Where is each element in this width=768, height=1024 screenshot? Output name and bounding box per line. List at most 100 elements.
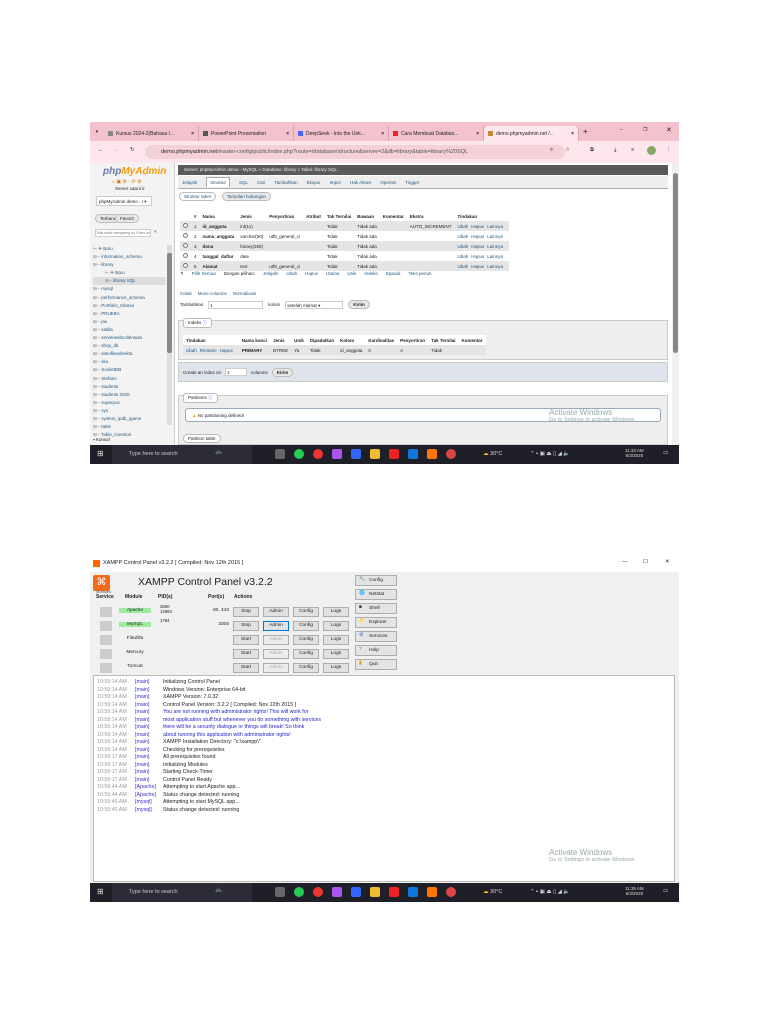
tab-sql[interactable]: SQL [239, 180, 248, 185]
browser-tab[interactable]: demo.phpmyadmin.net /... × [484, 126, 579, 141]
db-tree-item[interactable]: ⊢ ✚ Baru [93, 269, 165, 277]
apache-config-button[interactable]: Config [293, 607, 319, 617]
explorer-button[interactable]: 📁 Explorer [355, 617, 397, 628]
row-action-ubah[interactable]: Ubah [457, 254, 468, 259]
expand-icon[interactable]: ⊞─ [93, 303, 101, 308]
whatsapp-icon[interactable] [294, 887, 304, 897]
db-tree-item[interactable]: ⊞─ sku [93, 358, 165, 366]
db-tree-item[interactable]: ⊞─ superpos [93, 399, 165, 407]
db-tree-item[interactable]: ⊞─ mysql [93, 285, 165, 293]
mercury-start-stop-button[interactable]: Start [233, 649, 259, 659]
db-tree-item[interactable]: ⊞─ SocketDB [93, 366, 165, 374]
expand-icon[interactable]: ⊞─ [93, 416, 101, 421]
page-scrollbar[interactable] [672, 163, 679, 445]
bulk-action[interactable]: Pilih Semua [192, 271, 216, 277]
shell-button[interactable]: ■ Shell [355, 603, 397, 614]
bulk-action[interactable]: Teks penuh [408, 271, 431, 277]
whatsapp-icon[interactable] [294, 449, 304, 459]
media-icon[interactable]: ≡ [631, 147, 634, 153]
tomcat-logs-button[interactable]: Logs [323, 663, 349, 673]
mysql-start-stop-button[interactable]: Stop [233, 621, 259, 631]
app-icon[interactable] [351, 887, 361, 897]
apache-logs-button[interactable]: Logs [323, 607, 349, 617]
subtab-1[interactable]: Tampilan hubungan [221, 192, 272, 201]
reload-icon[interactable]: ↻ [130, 147, 135, 153]
bulk-action[interactable]: Unik [347, 271, 356, 277]
minimize-icon[interactable]: — [622, 559, 628, 565]
maximize-icon[interactable]: ☐ [643, 559, 648, 565]
expand-icon[interactable]: ⊞─ [93, 295, 101, 300]
close-icon[interactable]: ✕ [665, 559, 670, 565]
filezilla-config-button[interactable]: Config [293, 635, 319, 645]
db-tree-item[interactable]: ⊞─ shop_db [93, 342, 165, 350]
service-checkbox[interactable] [100, 621, 112, 631]
row-action-hapus[interactable]: Hapus [471, 244, 484, 249]
youtube-icon[interactable] [389, 887, 399, 897]
expand-icon[interactable]: ⊞─ [93, 286, 101, 291]
task-view-icon[interactable] [275, 449, 285, 459]
expand-icon[interactable]: ⊞─ [93, 254, 101, 259]
db-tree-item[interactable]: ⊞─ siteoflinedirekta [93, 350, 165, 358]
db-tree-item[interactable]: ⊢ ✚ Baru [93, 245, 165, 253]
chrome-profile-icon[interactable] [446, 449, 456, 459]
new-icon[interactable]: ⊢ ✚ [93, 246, 103, 251]
db-tree-item[interactable]: ⊞─ students 2020 [93, 391, 165, 399]
server-select[interactable]: phpMyAdmin demo - I ▾ [96, 196, 152, 206]
chrome-profile-icon[interactable] [446, 887, 456, 897]
xampp-icon[interactable] [427, 449, 437, 459]
filezilla-admin-button[interactable]: Admin [263, 635, 289, 645]
quit-button[interactable]: ▮ Quit [355, 659, 397, 670]
windows-start-icon[interactable]: ⊞ [97, 449, 104, 458]
youtube-icon[interactable] [389, 449, 399, 459]
expand-icon[interactable]: ⊞─ [93, 424, 101, 429]
tomcat-start-stop-button[interactable]: Start [233, 663, 259, 673]
expand-icon[interactable]: ⊞─ [93, 400, 101, 405]
row-action-lainnya[interactable]: Lainnya [487, 254, 503, 259]
minimize-icon[interactable]: – [620, 127, 623, 133]
new-icon[interactable]: ⊢ ✚ [105, 270, 115, 275]
file-explorer-icon[interactable] [370, 887, 380, 897]
service-checkbox[interactable] [100, 663, 112, 673]
config-button[interactable]: 🔧 Config [355, 575, 397, 586]
word-icon[interactable] [408, 449, 418, 459]
tab-list-icon[interactable]: ▾ [90, 129, 104, 135]
taskbar-search[interactable]: Type here to search [112, 883, 252, 902]
file-explorer-icon[interactable] [370, 449, 380, 459]
db-tree-item[interactable]: ⊞─ table [93, 423, 165, 431]
create-index-submit-button[interactable]: Kirim [271, 367, 294, 377]
add-columns-count-input[interactable]: 1 [208, 300, 264, 309]
row-action-ubah[interactable]: Ubah [457, 244, 468, 249]
bulk-action[interactable]: Spasial [386, 271, 401, 277]
tool-link[interactable]: Move columns [198, 291, 227, 296]
expand-icon[interactable]: ⊞─ [93, 327, 101, 332]
tomcat-config-button[interactable]: Config [293, 663, 319, 673]
browser-tab[interactable]: PowerPoint Presentation × [199, 126, 294, 141]
db-tree-item[interactable]: ⊞─ library SQL [93, 277, 165, 286]
mysql-logs-button[interactable]: Logs [323, 621, 349, 631]
service-checkbox[interactable] [100, 649, 112, 659]
bulk-action[interactable]: Indeks [364, 271, 377, 277]
tomcat-admin-button[interactable]: Admin [263, 663, 289, 673]
expand-icon[interactable]: ⊞─ [105, 278, 113, 283]
tab-close-icon[interactable]: × [476, 131, 479, 137]
sidebar-quick-icons[interactable]: ⌂ ▣ ⚙ · ⟳ ⚙ [112, 179, 142, 185]
tab-close-icon[interactable]: × [286, 131, 289, 137]
tray-icons[interactable]: ⌃ ▪ ▣ ⏏ ▯ ◢ 🔈 [530, 451, 570, 457]
mercury-admin-button[interactable]: Admin [263, 649, 289, 659]
chrome-icon[interactable] [313, 449, 323, 459]
services-button[interactable]: ⚙ Services [355, 631, 397, 642]
expand-icon[interactable]: ⊞─ [93, 351, 101, 356]
row-action-lainnya[interactable]: Lainnya [487, 244, 503, 249]
browser-tab[interactable]: DeepSeek - Into the Unk... × [294, 126, 389, 141]
row-checkbox[interactable] [183, 233, 188, 238]
word-icon[interactable] [408, 887, 418, 897]
weather[interactable]: ☁ 30°C [483, 451, 502, 457]
tab-impor[interactable]: Impor [330, 180, 342, 185]
close-icon[interactable]: ✕ [666, 126, 672, 134]
task-view-icon[interactable] [275, 887, 285, 897]
copilot-icon[interactable] [332, 449, 342, 459]
help-button[interactable]: ? Help [355, 645, 397, 656]
tab-operasi[interactable]: Operasi [380, 180, 396, 185]
row-action-lainnya[interactable]: Lainnya [487, 234, 503, 239]
db-tree-item[interactable]: ⊞─ sakila [93, 326, 165, 334]
